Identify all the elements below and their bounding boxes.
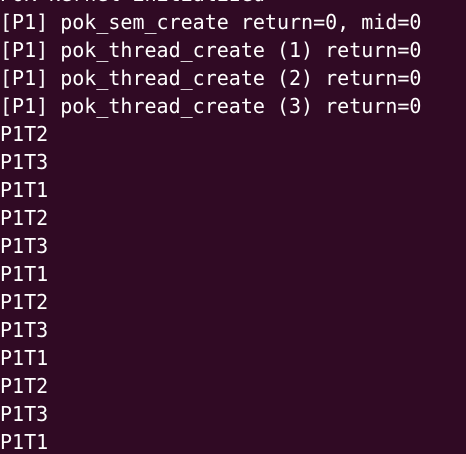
terminal-line: P1T2 bbox=[0, 206, 49, 230]
terminal-line: [P1] pok_thread_create (3) return=0 bbox=[0, 94, 422, 118]
terminal-line: POK kernel initialized bbox=[0, 0, 421, 8]
terminal-line: [P1] pok_thread_create (2) return=0 bbox=[0, 66, 422, 90]
terminal-output: POK kernel initialized [P1] pok_sem_crea… bbox=[0, 0, 421, 454]
terminal-line: P1T3 bbox=[0, 150, 49, 174]
terminal-line: P1T3 bbox=[0, 318, 49, 342]
terminal-line: P1T2 bbox=[0, 290, 49, 314]
terminal-line: P1T1 bbox=[0, 430, 49, 454]
terminal-window[interactable]: POK kernel initialized [P1] pok_sem_crea… bbox=[0, 0, 466, 454]
terminal-line: P1T1 bbox=[0, 178, 49, 202]
terminal-line: P1T2 bbox=[0, 374, 49, 398]
terminal-line: P1T2 bbox=[0, 122, 49, 146]
terminal-line: P1T3 bbox=[0, 234, 49, 258]
terminal-line: [P1] pok_thread_create (1) return=0 bbox=[0, 38, 422, 62]
terminal-line: [P1] pok_sem_create return=0, mid=0 bbox=[0, 10, 422, 34]
terminal-line: P1T1 bbox=[0, 262, 49, 286]
terminal-line: P1T3 bbox=[0, 402, 49, 426]
terminal-line: P1T1 bbox=[0, 346, 49, 370]
